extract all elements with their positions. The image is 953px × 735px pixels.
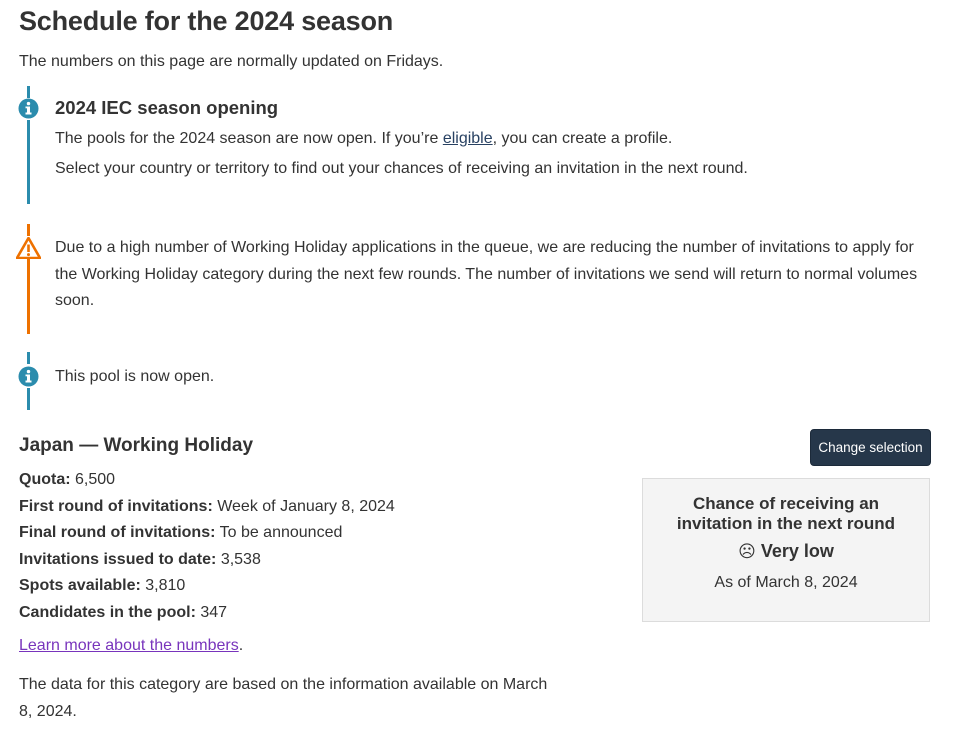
page-title: Schedule for the 2024 season — [19, 6, 394, 36]
learn-more-link[interactable]: Learn more about the numbers — [19, 637, 239, 654]
alert-text-segment: , you can create a profile. — [492, 129, 673, 147]
alert-bar — [27, 86, 30, 98]
pool-open-text: This pool is now open. — [55, 368, 215, 385]
alert-bar — [27, 259, 30, 334]
chance-level-text: Very low — [760, 541, 834, 561]
alert-heading: 2024 IEC season opening — [55, 97, 279, 118]
alert-line: The pools for the 2024 season are now op… — [55, 126, 748, 153]
data-note: The data for this category are based on … — [19, 676, 548, 720]
stat-value: 6,500 — [75, 471, 116, 488]
alert-bar — [27, 224, 30, 236]
stat-value: Week of January 8, 2024 — [217, 497, 395, 515]
stat-value: 347 — [200, 603, 228, 621]
stat-spots-available: Spots available: 3,810 — [19, 573, 395, 600]
alert-bar — [27, 352, 30, 364]
info-icon — [18, 98, 39, 119]
stat-label: First round of invitations: — [19, 497, 213, 515]
alert-text-segment: The pools for the 2024 season are now op… — [55, 129, 443, 147]
stat-final-round: Final round of invitations: To be announ… — [19, 520, 395, 547]
stat-value: 3,810 — [145, 577, 186, 594]
change-selection-button[interactable]: Change selection — [810, 429, 931, 466]
stat-quota: Quota: 6,500 — [19, 467, 395, 494]
stat-label: Invitations issued to date: — [19, 550, 217, 568]
alert-bar — [27, 388, 30, 410]
stat-value: 3,538 — [220, 550, 261, 568]
eligible-link[interactable]: eligible — [443, 130, 493, 147]
learn-more-suffix: . — [238, 637, 244, 654]
stat-label: Quota: — [19, 471, 71, 488]
chance-card-title: Chance of receiving an invitation in the… — [676, 494, 896, 533]
stat-label: Spots available: — [19, 577, 141, 594]
alert-line: Select your country or territory to find… — [55, 160, 748, 177]
info-icon — [18, 366, 39, 387]
update-notice: The numbers on this page are normally up… — [19, 53, 444, 70]
learn-more: Learn more about the numbers. — [19, 637, 243, 655]
selection-title: Japan — Working Holiday — [19, 435, 254, 456]
stat-first-round: First round of invitations: Week of Janu… — [19, 494, 395, 521]
warning-icon — [16, 237, 41, 259]
sad-face-icon: ☹ — [738, 542, 756, 562]
chance-as-of: As of March 8, 2024 — [714, 574, 858, 591]
stat-label: Candidates in the pool: — [19, 603, 196, 621]
stat-candidates: Candidates in the pool: 347 — [19, 600, 395, 627]
warning-text: Due to a high number of Working Holiday … — [55, 239, 918, 309]
chance-card: Chance of receiving an invitation in the… — [642, 478, 930, 622]
stats-list: Quota: 6,500 First round of invitations:… — [19, 467, 395, 626]
stat-invitations-issued: Invitations issued to date: 3,538 — [19, 547, 395, 574]
stat-value: To be announced — [219, 524, 343, 541]
stat-label: Final round of invitations: — [19, 524, 216, 541]
chance-level: ☹ Very low — [643, 541, 929, 562]
alert-bar — [27, 120, 30, 204]
